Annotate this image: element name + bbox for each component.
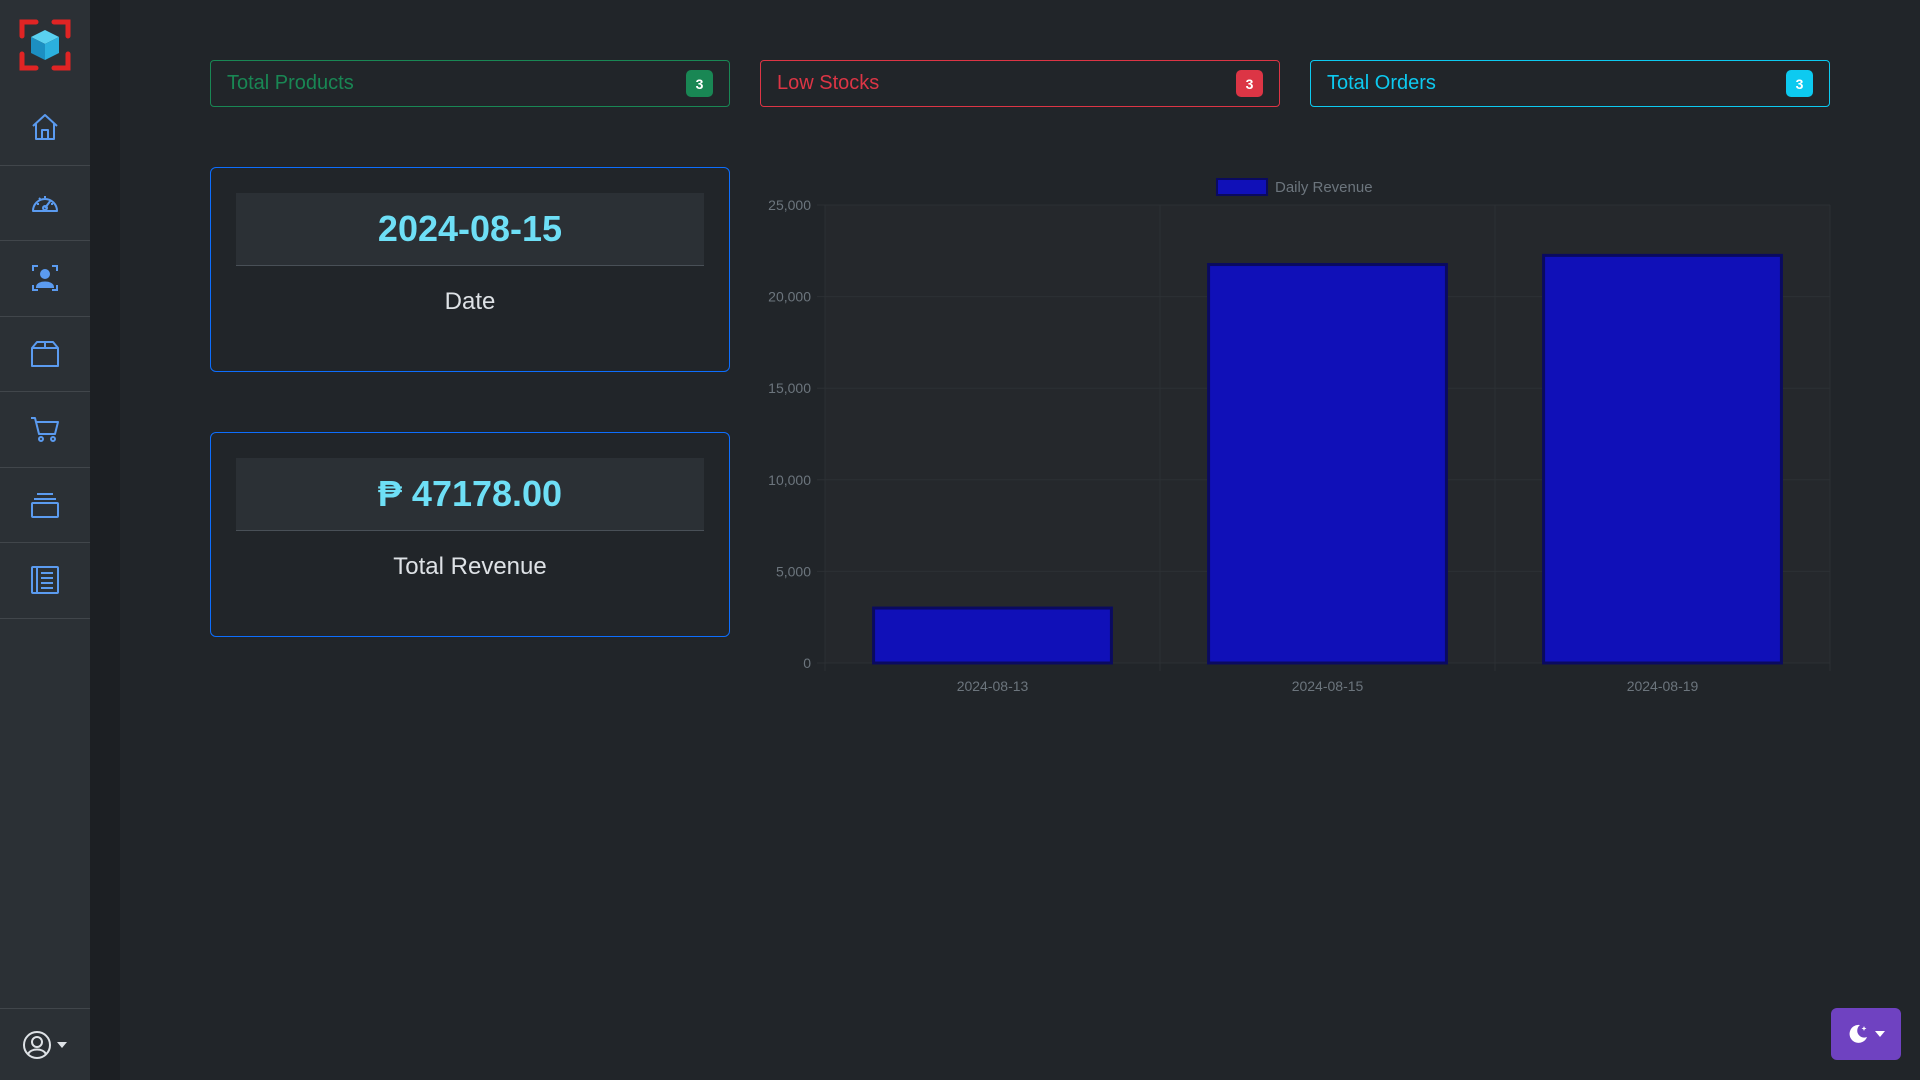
box-icon (31, 340, 59, 367)
theme-toggle-button[interactable] (1831, 1008, 1901, 1060)
total-revenue-card: ₱ 47178.00 Total Revenue (210, 432, 730, 637)
low-stocks-badge: 3 (1236, 70, 1263, 97)
caret-down-icon (57, 1041, 67, 1048)
sidebar-nav (0, 90, 90, 619)
sidebar-item-users[interactable] (0, 241, 90, 317)
bar (1542, 253, 1783, 665)
moon-stars-icon (1849, 1024, 1867, 1043)
home-icon (32, 114, 58, 141)
users-icon (32, 265, 58, 292)
total-orders-card[interactable]: Total Orders 3 (1310, 60, 1830, 107)
y-tick-label: 0 (803, 655, 811, 671)
dashboard-gauge-icon (32, 195, 58, 212)
y-tick-label: 5,000 (776, 563, 811, 579)
x-tick-label: 2024-08-13 (957, 678, 1029, 694)
sidebar-item-products[interactable] (0, 317, 90, 392)
x-tick-label: 2024-08-15 (1292, 678, 1364, 694)
collection-icon (31, 492, 59, 518)
sidebar-item-home[interactable] (0, 90, 90, 166)
total-products-card[interactable]: Total Products 3 (210, 60, 730, 107)
sidebar (0, 0, 90, 1080)
legend-label: Daily Revenue (1275, 179, 1373, 196)
cart-icon (31, 417, 59, 443)
low-stocks-card[interactable]: Low Stocks 3 (760, 60, 1280, 107)
total-revenue-label: Total Revenue (393, 553, 547, 580)
date-label: Date (444, 288, 496, 315)
daily-revenue-chart: 0 5,000 10,000 15,000 20,000 25,000 2024-08-13… (768, 178, 1831, 694)
total-orders-badge: 3 (1786, 70, 1813, 97)
y-tick-label: 20,000 (768, 289, 811, 305)
user-circle-icon (23, 1030, 51, 1059)
y-tick-label: 10,000 (768, 472, 811, 488)
caret-down-icon (1875, 1031, 1885, 1037)
sidebar-item-orders[interactable] (0, 392, 90, 468)
app-logo[interactable] (16, 16, 74, 74)
legend-swatch (1216, 178, 1268, 196)
date-card: 2024-08-15 Date (210, 167, 730, 372)
sidebar-item-dashboard[interactable] (0, 166, 90, 241)
x-tick-label: 2024-08-19 (1627, 678, 1699, 694)
total-revenue-value: ₱ 47178.00 (236, 458, 704, 531)
total-products-badge: 3 (686, 70, 713, 97)
sidebar-gutter (90, 0, 120, 1080)
total-products-label: Total Products (227, 72, 354, 94)
report-icon (31, 566, 59, 595)
low-stocks-label: Low Stocks (777, 72, 880, 94)
total-orders-label: Total Orders (1327, 72, 1436, 94)
sidebar-item-collections[interactable] (0, 468, 90, 543)
bar (872, 606, 1113, 665)
date-value: 2024-08-15 (236, 193, 704, 266)
user-menu-button[interactable] (0, 1008, 90, 1080)
bar (1207, 263, 1448, 665)
y-tick-label: 25,000 (768, 197, 811, 213)
sidebar-item-reports[interactable] (0, 543, 90, 619)
y-tick-label: 15,000 (768, 380, 811, 396)
